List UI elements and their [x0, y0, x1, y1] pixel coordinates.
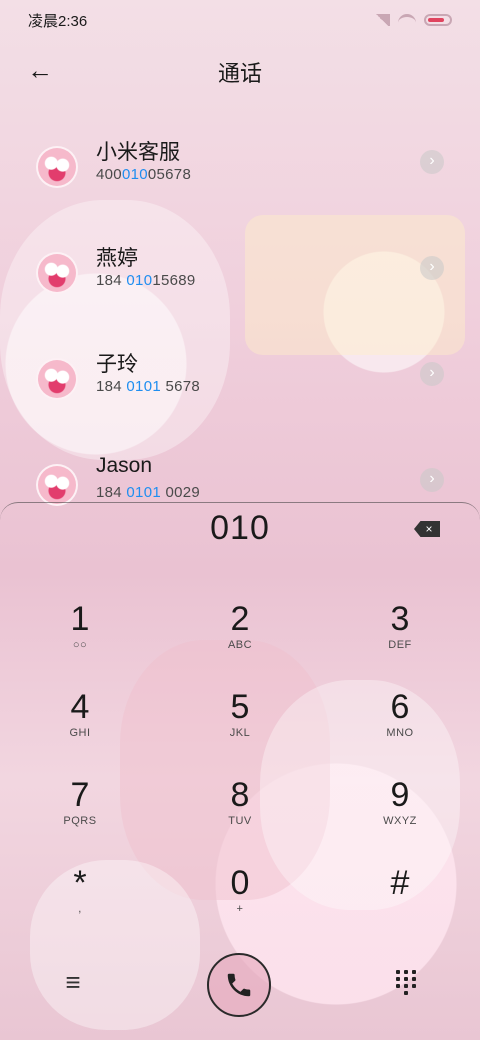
phone-icon	[227, 973, 251, 997]
wallpaper-shape	[0, 200, 230, 460]
contact-number: 184 0101 0029	[96, 484, 201, 501]
dial-key-0[interactable]: 0 +	[190, 863, 290, 943]
header: ← 通话	[0, 48, 480, 92]
contact-row[interactable]: 子玲 184 0101 5678 ›	[0, 348, 480, 408]
avatar	[36, 358, 78, 400]
chevron-right-icon[interactable]: ›	[420, 468, 444, 492]
battery-icon	[424, 14, 452, 26]
contact-name: 小米客服	[96, 141, 180, 164]
dial-key-9[interactable]: 9 WXYZ	[350, 775, 450, 855]
contact-number: 40001005678	[96, 166, 192, 183]
chevron-right-icon[interactable]: ›	[420, 256, 444, 280]
call-button[interactable]	[207, 953, 271, 1017]
status-icons	[374, 14, 452, 26]
dial-key-2[interactable]: 2 ABC	[190, 599, 290, 679]
page-title: 通话	[217, 61, 262, 86]
contact-number: 184 0101 5678	[96, 378, 201, 395]
contact-number: 184 01015689	[96, 272, 196, 289]
status-time: 凌晨2:36	[28, 12, 88, 30]
contact-name: 燕婷	[96, 247, 138, 270]
dialpad-toggle-button[interactable]	[396, 970, 418, 996]
avatar	[36, 252, 78, 294]
contact-row[interactable]: 小米客服 40001005678 ›	[0, 136, 480, 196]
dial-key-7[interactable]: 7 PQRS	[30, 775, 130, 855]
dial-input-display[interactable]: 010	[0, 509, 480, 548]
dial-key-3[interactable]: 3 DEF	[350, 599, 450, 679]
dial-key-4[interactable]: 4 GHI	[30, 687, 130, 767]
contact-name: 子玲	[96, 353, 138, 376]
dial-key-8[interactable]: 8 TUV	[190, 775, 290, 855]
signal-icon	[374, 14, 390, 26]
contact-name: Jason	[96, 454, 153, 477]
dial-key-1[interactable]: 1 ○○	[30, 599, 130, 679]
dial-key-star[interactable]: * ,	[30, 863, 130, 943]
chevron-right-icon[interactable]: ›	[420, 150, 444, 174]
chevron-right-icon[interactable]: ›	[420, 362, 444, 386]
avatar	[36, 464, 78, 506]
status-bar: 凌晨2:36	[0, 0, 480, 40]
dial-key-hash[interactable]: #	[350, 863, 450, 943]
voicemail-icon: ○○	[72, 639, 88, 651]
contact-row[interactable]: 燕婷 184 01015689 ›	[0, 242, 480, 302]
menu-icon: ≡	[65, 967, 81, 997]
dial-key-5[interactable]: 5 JKL	[190, 687, 290, 767]
dial-key-6[interactable]: 6 MNO	[350, 687, 450, 767]
menu-button[interactable]: ≡	[58, 967, 88, 997]
wifi-icon	[398, 14, 416, 26]
avatar	[36, 146, 78, 188]
